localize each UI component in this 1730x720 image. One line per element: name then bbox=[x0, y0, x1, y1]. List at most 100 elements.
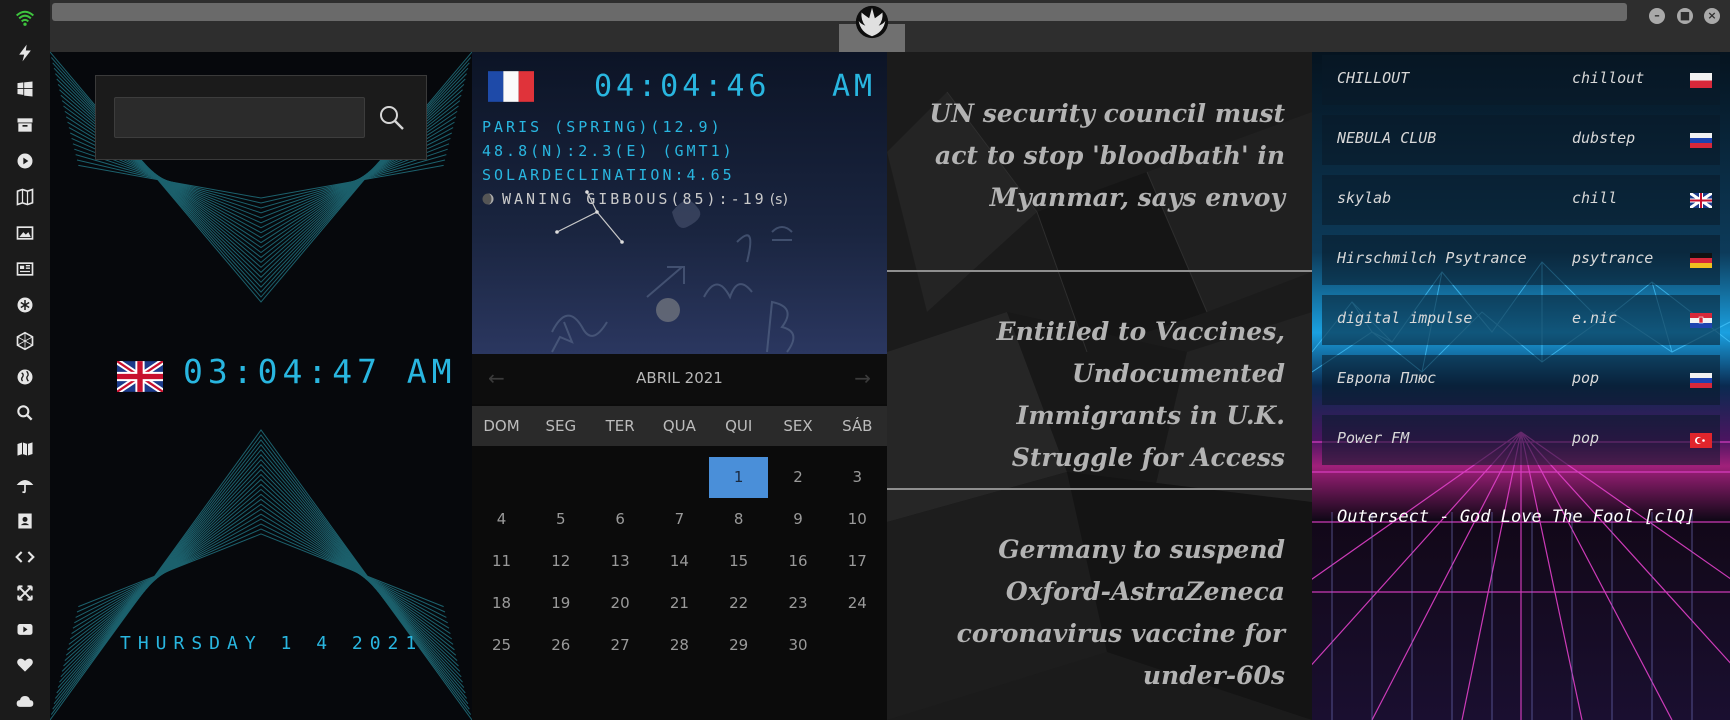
calendar-day[interactable]: 17 bbox=[828, 541, 887, 582]
calendar-day[interactable]: 13 bbox=[591, 541, 650, 582]
image-icon[interactable] bbox=[13, 221, 37, 245]
astro-declination: SOLARDECLINATION:4.65 bbox=[482, 166, 735, 184]
code-icon[interactable] bbox=[13, 545, 37, 569]
radio-panel: CHILLOUT chillout NEBULA CLUB dubstep skylab… bbox=[1312, 52, 1730, 720]
calendar-day[interactable]: 10 bbox=[828, 499, 887, 540]
date-label: THURSDAY 1 4 2021 bbox=[120, 633, 424, 654]
search-icon[interactable] bbox=[13, 401, 37, 425]
calendar-day[interactable]: 24 bbox=[828, 583, 887, 624]
news-item[interactable]: Germany to suspend Oxford-AstraZeneca co… bbox=[907, 529, 1285, 697]
astro-ampm: AM bbox=[832, 69, 877, 104]
calendar-day[interactable]: 6 bbox=[591, 499, 650, 540]
radio-station[interactable]: Европа Плюс pop bbox=[1322, 355, 1720, 405]
calendar-day[interactable]: 1 bbox=[709, 457, 769, 498]
news-divider bbox=[887, 270, 1312, 272]
news-item[interactable]: Entitled to Vaccines, Undocumented Immig… bbox=[907, 311, 1285, 479]
station-name: Power FM bbox=[1337, 429, 1410, 447]
maximize-button[interactable]: ■ bbox=[1677, 8, 1693, 24]
lightning-icon[interactable] bbox=[13, 41, 37, 65]
calendar-day[interactable]: 16 bbox=[769, 541, 828, 582]
minimize-button[interactable]: – bbox=[1649, 8, 1665, 24]
calendar-day[interactable]: 18 bbox=[472, 583, 531, 624]
contacts-icon[interactable] bbox=[13, 509, 37, 533]
chevron-line bbox=[52, 439, 470, 710]
chevron-line bbox=[56, 453, 466, 694]
windows-icon[interactable] bbox=[13, 77, 37, 101]
weekday-label: QUA bbox=[662, 417, 696, 435]
calendar-weekdays: DOM SEG TER QUA QUI SEX SÁB bbox=[472, 406, 887, 446]
news-divider bbox=[887, 488, 1312, 490]
calendar-day[interactable]: 5 bbox=[531, 499, 590, 540]
chevron-line bbox=[75, 154, 447, 209]
sidebar bbox=[0, 0, 50, 720]
station-genre: dubstep bbox=[1572, 129, 1636, 147]
chevron-line bbox=[67, 493, 455, 651]
chevron-line bbox=[50, 429, 472, 720]
calendar-day[interactable]: 14 bbox=[650, 541, 709, 582]
calendar-next-button[interactable]: → bbox=[854, 366, 871, 390]
calendar-day[interactable]: 22 bbox=[709, 583, 768, 624]
ru-flag-icon bbox=[1690, 373, 1712, 388]
snowflake-icon[interactable] bbox=[13, 293, 37, 317]
calendar-day[interactable]: 11 bbox=[472, 541, 531, 582]
umbrella-icon[interactable] bbox=[13, 473, 37, 497]
france-flag-icon bbox=[488, 71, 534, 102]
radio-station[interactable]: digital impulse e.nic bbox=[1322, 295, 1720, 345]
radio-station[interactable]: NEBULA CLUB dubstep bbox=[1322, 115, 1720, 165]
search-box bbox=[95, 75, 427, 160]
calendar-day[interactable]: 26 bbox=[531, 625, 590, 666]
calendar-day[interactable]: 4 bbox=[472, 499, 531, 540]
calendar-day[interactable]: 28 bbox=[650, 625, 709, 666]
search-input[interactable] bbox=[114, 97, 365, 138]
tr-flag-icon bbox=[1690, 433, 1712, 448]
radio-station[interactable]: skylab chill bbox=[1322, 175, 1720, 225]
calendar-day[interactable]: 8 bbox=[709, 499, 768, 540]
chevron-line bbox=[53, 444, 469, 705]
calendar: ← ABRIL 2021 → DOM SEG TER QUA QUI SEX SÁB 123… bbox=[472, 354, 887, 720]
news-panel: UN security council must act to stop 'bl… bbox=[887, 52, 1312, 720]
calendar-day[interactable]: 19 bbox=[531, 583, 590, 624]
ru-flag-icon bbox=[1690, 133, 1712, 148]
radio-station[interactable]: CHILLOUT chillout bbox=[1322, 55, 1720, 105]
wifi-icon[interactable] bbox=[13, 6, 37, 30]
chevron-line bbox=[55, 449, 467, 699]
calendar-day[interactable]: 2 bbox=[769, 457, 828, 498]
rebel-alliance-icon bbox=[855, 5, 889, 39]
weekday-label: SEG bbox=[545, 417, 577, 435]
expand-icon[interactable] bbox=[13, 581, 37, 605]
globe-icon[interactable] bbox=[13, 365, 37, 389]
uk-flag-icon bbox=[1690, 193, 1712, 208]
close-button[interactable]: × bbox=[1704, 8, 1720, 24]
radio-station[interactable]: Power FM pop bbox=[1322, 415, 1720, 465]
play-icon[interactable] bbox=[13, 149, 37, 173]
youtube-icon[interactable] bbox=[13, 617, 37, 641]
search-button[interactable] bbox=[374, 100, 410, 136]
map-icon[interactable] bbox=[13, 437, 37, 461]
calendar-day[interactable]: 23 bbox=[769, 583, 828, 624]
calendar-day[interactable]: 12 bbox=[531, 541, 590, 582]
chevron-line bbox=[68, 498, 454, 645]
archive-icon[interactable] bbox=[13, 113, 37, 137]
map-book-icon[interactable] bbox=[13, 185, 37, 209]
radio-station[interactable]: Hirschmilch Psytrance psytrance bbox=[1322, 235, 1720, 285]
calendar-day[interactable]: 3 bbox=[828, 457, 887, 498]
heart-icon[interactable] bbox=[13, 653, 37, 677]
newspaper-icon[interactable] bbox=[13, 257, 37, 281]
news-item[interactable]: UN security council must act to stop 'bl… bbox=[907, 93, 1285, 219]
hexagon-icon[interactable] bbox=[13, 329, 37, 353]
station-name: NEBULA CLUB bbox=[1337, 129, 1437, 147]
calendar-day[interactable]: 21 bbox=[650, 583, 709, 624]
calendar-day[interactable]: 20 bbox=[591, 583, 650, 624]
cloud-icon[interactable] bbox=[13, 689, 37, 713]
calendar-day[interactable]: 30 bbox=[769, 625, 828, 666]
calendar-day[interactable]: 7 bbox=[650, 499, 709, 540]
calendar-day[interactable]: 27 bbox=[591, 625, 650, 666]
local-clock: 03:04:47 AM bbox=[183, 352, 457, 391]
calendar-day[interactable]: 25 bbox=[472, 625, 531, 666]
station-genre: pop bbox=[1572, 369, 1600, 387]
calendar-day[interactable]: 9 bbox=[769, 499, 828, 540]
astro-moon-phase: WANING GIBBOUS(85):-19 (s) bbox=[482, 190, 788, 208]
calendar-day[interactable]: 29 bbox=[709, 625, 768, 666]
calendar-day[interactable]: 15 bbox=[709, 541, 768, 582]
hr-flag-icon bbox=[1690, 313, 1712, 328]
